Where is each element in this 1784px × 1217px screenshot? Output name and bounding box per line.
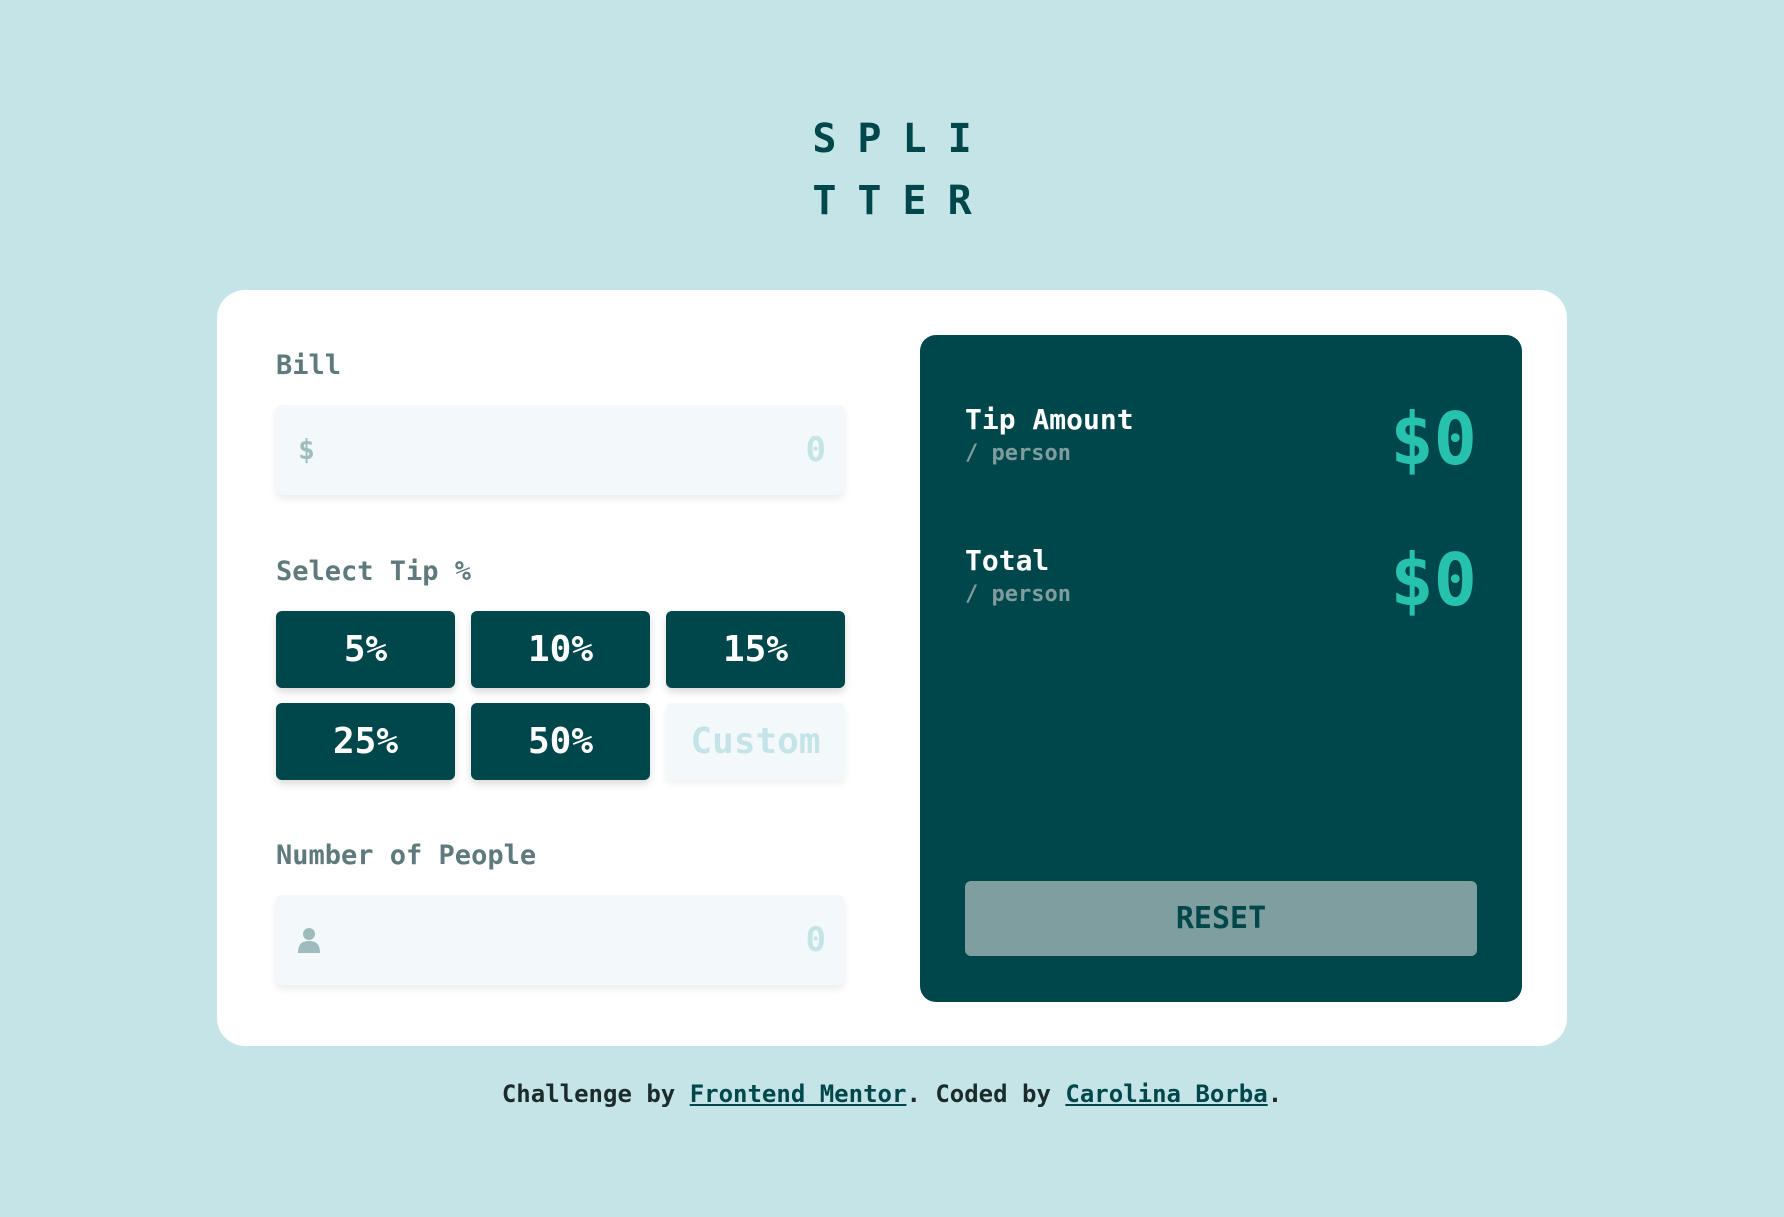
author-link[interactable]: Carolina Borba: [1065, 1080, 1267, 1108]
people-value: 0: [805, 920, 826, 960]
tip-button-5[interactable]: 5%: [276, 611, 455, 688]
results-panel: Tip Amount / person $0 Total / person $0…: [920, 335, 1522, 1002]
tip-button-15[interactable]: 15%: [666, 611, 845, 688]
footer-suffix: .: [1267, 1080, 1283, 1108]
select-tip-label: Select Tip %: [276, 556, 472, 587]
total-sub: / person: [965, 582, 1071, 607]
bill-input[interactable]: $ 0: [276, 405, 844, 495]
calculator-card: Bill $ 0 Select Tip % 5% 10% 15% 25% 50%…: [217, 290, 1567, 1046]
total-value: $0: [1390, 538, 1477, 622]
people-label: Number of People: [276, 840, 537, 871]
tip-amount-title: Tip Amount: [965, 403, 1134, 436]
frontend-mentor-link[interactable]: Frontend Mentor: [690, 1080, 907, 1108]
tip-button-10[interactable]: 10%: [471, 611, 650, 688]
footer-attribution: Challenge by Frontend Mentor. Coded by C…: [0, 1080, 1784, 1108]
person-icon: [298, 928, 320, 953]
tip-button-50[interactable]: 50%: [471, 703, 650, 780]
footer-prefix: Challenge by: [501, 1080, 690, 1108]
bill-value: 0: [805, 430, 826, 470]
tip-amount-sub: / person: [965, 441, 1071, 466]
tip-amount-value: $0: [1390, 397, 1477, 481]
logo-line-2: TTER: [812, 178, 993, 224]
custom-tip-input[interactable]: Custom: [666, 703, 845, 780]
app-logo: SPLI TTER: [0, 108, 1784, 232]
dollar-icon: $: [298, 433, 315, 466]
footer-middle: . Coded by: [906, 1080, 1066, 1108]
people-input[interactable]: 0: [276, 895, 844, 985]
tip-button-25[interactable]: 25%: [276, 703, 455, 780]
total-title: Total: [965, 544, 1050, 577]
bill-label: Bill: [276, 350, 342, 381]
reset-button[interactable]: RESET: [965, 881, 1477, 956]
logo-line-1: SPLI: [812, 116, 993, 162]
